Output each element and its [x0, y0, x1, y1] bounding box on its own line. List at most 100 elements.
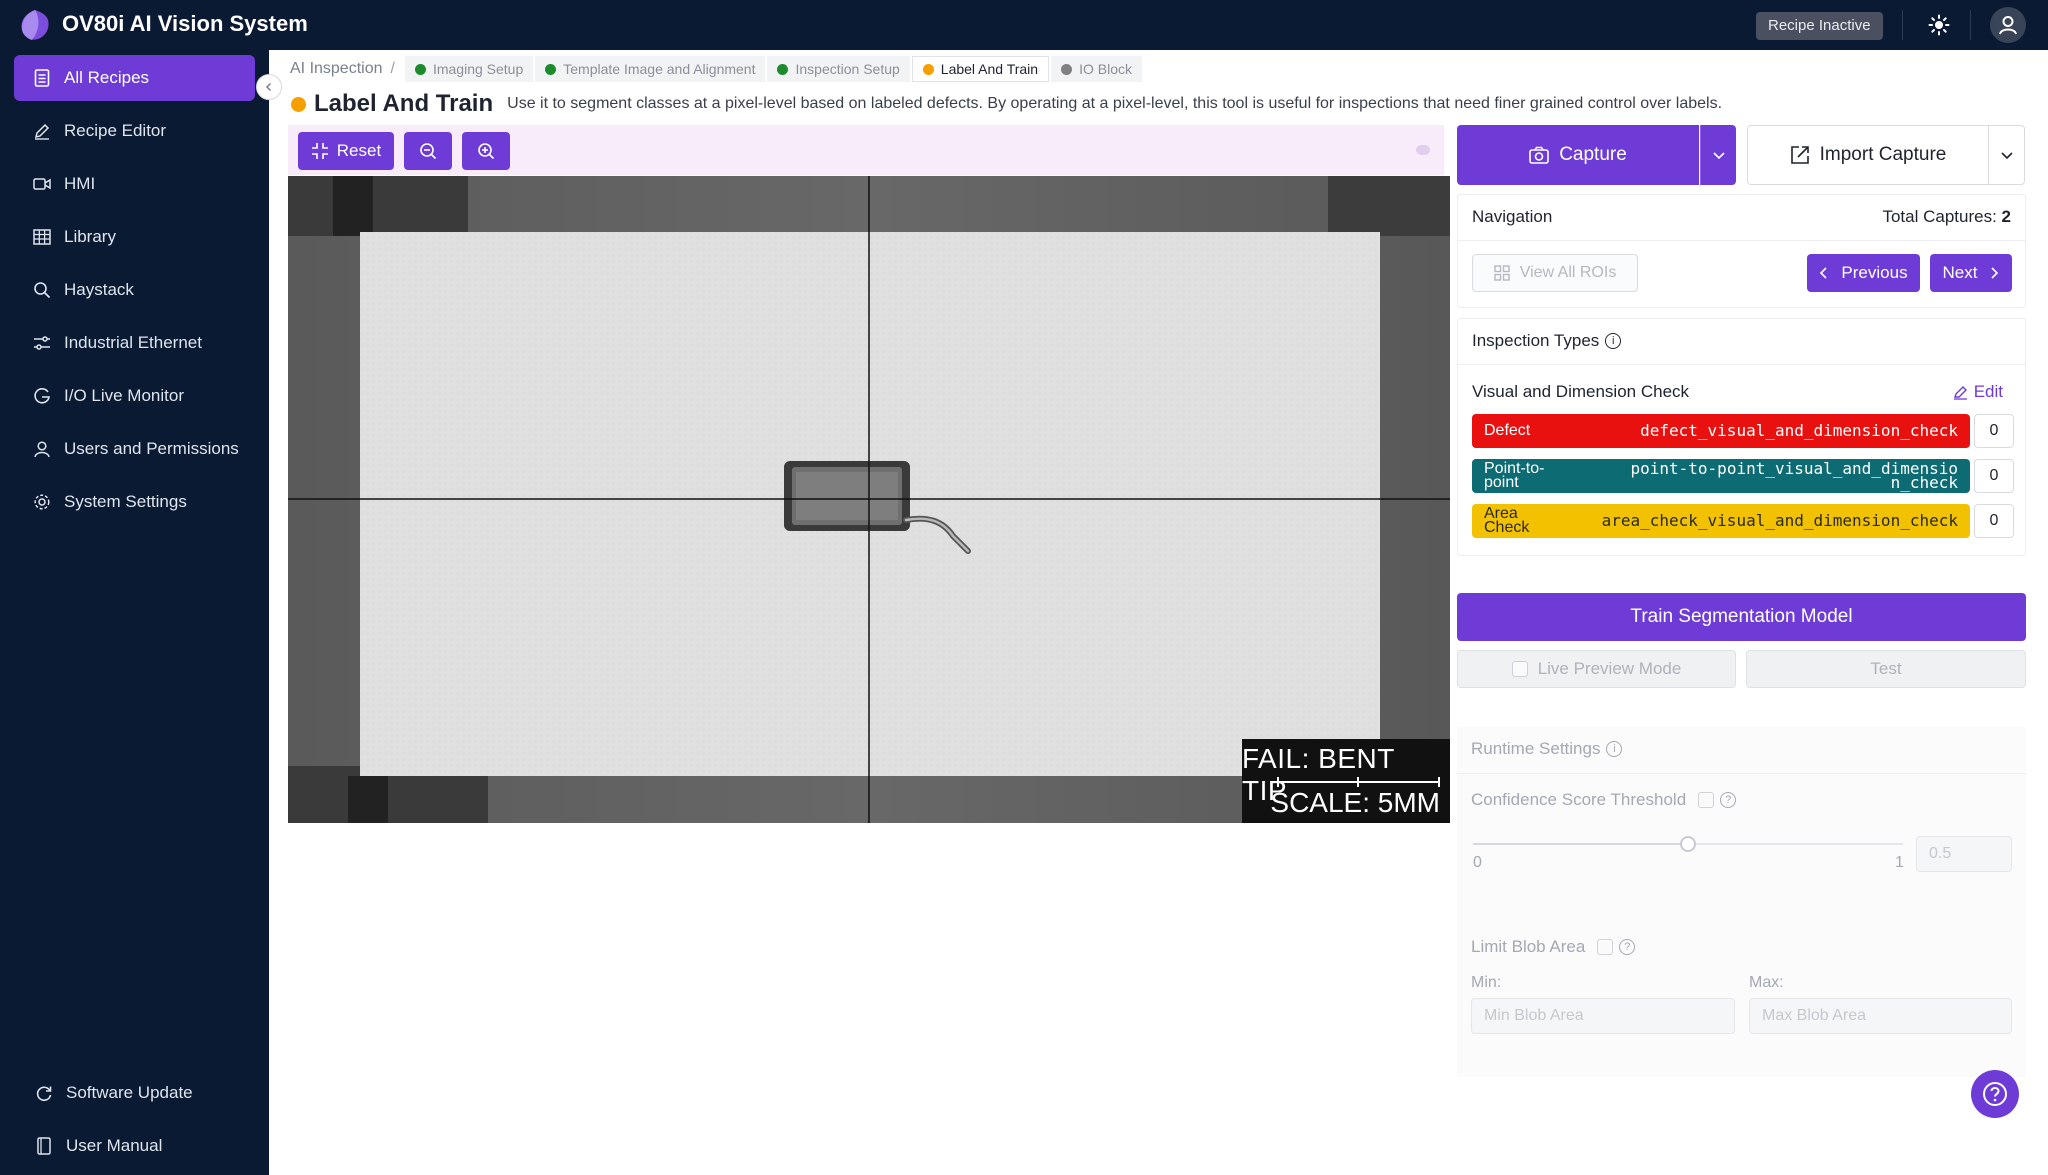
sidebar-item-user-manual[interactable]: User Manual [14, 1123, 255, 1169]
tab-label: Imaging Setup [432, 61, 524, 77]
search-icon [32, 280, 52, 300]
info-icon[interactable]: i [1605, 333, 1622, 349]
inspection-type-name: Defect [1484, 422, 1531, 439]
import-label: Import Capture [1819, 144, 1947, 165]
ethernet-icon [32, 333, 52, 353]
edit-label: Edit [1973, 382, 2003, 401]
tab-inspection-setup[interactable]: Inspection Setup [767, 56, 910, 82]
status-dot [545, 63, 557, 75]
inspection-type-row[interactable]: Defect defect_visual_and_dimension_check [1472, 414, 1970, 448]
chevron-left-icon [1820, 267, 1827, 279]
capture-image-viewer[interactable]: FAIL: BENT TIP SCALE: 5MM [288, 176, 1450, 823]
help-icon[interactable]: ? [1619, 939, 1636, 955]
gear-icon [32, 492, 52, 512]
navigation-panel: Navigation Total Captures: 2 View All RO… [1457, 194, 2026, 308]
tab-template-image-alignment[interactable]: Template Image and Alignment [535, 56, 766, 82]
live-preview-mode-button[interactable]: Live Preview Mode [1457, 650, 1736, 688]
sidebar-item-recipe-editor[interactable]: Recipe Editor [14, 108, 255, 154]
video-icon [32, 174, 52, 194]
sidebar-item-industrial-ethernet[interactable]: Industrial Ethernet [14, 320, 255, 366]
train-segmentation-model-button[interactable]: Train Segmentation Model [1457, 593, 2026, 641]
toolbar-handle[interactable] [1416, 145, 1430, 155]
sidebar-item-hmi[interactable]: HMI [14, 161, 255, 207]
help-button[interactable] [1971, 1070, 2019, 1118]
help-icon[interactable]: ? [1720, 792, 1737, 808]
image-toolbar: Reset [288, 125, 1444, 175]
scale-tick [1357, 777, 1359, 787]
status-dot [1061, 63, 1073, 75]
book-icon [34, 1136, 54, 1156]
zoom-out-button[interactable] [404, 132, 452, 170]
sidebar-item-users-permissions[interactable]: Users and Permissions [14, 426, 255, 472]
document-icon [32, 68, 52, 88]
min-blob-area-input[interactable]: Min Blob Area [1471, 998, 1735, 1034]
inspection-type-name: Point-to-point [1484, 460, 1545, 491]
previous-button[interactable]: Previous [1807, 254, 1920, 292]
limit-blob-area-label: Limit Blob Area ? [1471, 937, 1636, 957]
navigation-title: Navigation [1472, 207, 1553, 226]
next-button[interactable]: Next [1930, 254, 2012, 292]
inspection-type-key: area_check_visual_and_dimension_check [1601, 511, 1958, 530]
slider-max-label: 1 [1895, 854, 1904, 871]
breadcrumb-root[interactable]: AI Inspection [290, 60, 383, 78]
capture-button[interactable]: Capture [1457, 125, 1699, 185]
theme-toggle-button[interactable] [1922, 8, 1956, 42]
capture-image [288, 176, 1450, 823]
page-header: Label And Train Use it to segment classe… [291, 90, 1722, 118]
test-button[interactable]: Test [1746, 650, 2026, 688]
view-all-rois-button[interactable]: View All ROIs [1472, 254, 1638, 292]
confidence-slider[interactable] [1473, 836, 1903, 852]
chevron-down-icon [2000, 152, 2013, 160]
app-title: OV80i AI Vision System [62, 11, 308, 36]
refresh-icon [34, 1083, 54, 1103]
tab-imaging-setup[interactable]: Imaging Setup [404, 56, 534, 82]
import-capture-button[interactable]: Import Capture [1747, 125, 1989, 185]
tab-label: Template Image and Alignment [563, 61, 756, 77]
divider [1458, 240, 2025, 241]
total-captures: Total Captures: 2 [1882, 207, 2011, 227]
inspection-type-row[interactable]: Point-to-point point-to-point_visual_and… [1472, 459, 1970, 493]
zoom-in-button[interactable] [462, 132, 510, 170]
scale-tick [1438, 777, 1440, 787]
confidence-value-input[interactable]: 0.5 [1916, 836, 2012, 872]
sidebar-item-label: Haystack [64, 280, 134, 299]
tab-label: Inspection Setup [795, 61, 900, 77]
sidebar: All Recipes Recipe Editor HMI Library Ha… [0, 50, 269, 1175]
user-icon [1999, 16, 2017, 35]
slider-fill [1473, 843, 1688, 845]
inspection-type-row[interactable]: Area Check area_check_visual_and_dimensi… [1472, 504, 1970, 538]
tab-label-and-train[interactable]: Label And Train [911, 56, 1050, 82]
breadcrumb-separator: / [390, 60, 395, 77]
edit-inspection-button[interactable]: Edit [1953, 382, 2003, 402]
max-blob-area-input[interactable]: Max Blob Area [1749, 998, 2012, 1034]
confidence-label-text: Confidence Score Threshold [1471, 790, 1687, 809]
scale-tick [1277, 777, 1279, 787]
recipe-status-badge: Recipe Inactive [1756, 12, 1883, 40]
status-dot [777, 63, 789, 75]
sidebar-item-all-recipes[interactable]: All Recipes [14, 55, 255, 101]
limit-blob-area-checkbox[interactable] [1597, 939, 1614, 955]
pencil-icon [32, 121, 52, 141]
sidebar-collapse-button[interactable] [256, 74, 282, 100]
reset-button[interactable]: Reset [298, 132, 394, 170]
status-dot [922, 63, 934, 75]
sidebar-item-label: Industrial Ethernet [64, 333, 202, 352]
sidebar-item-software-update[interactable]: Software Update [14, 1070, 255, 1116]
divider [1457, 773, 2026, 774]
import-options-dropdown[interactable] [1989, 125, 2025, 185]
next-label: Next [1942, 263, 1978, 282]
shrink-icon [311, 142, 329, 160]
sidebar-item-io-live-monitor[interactable]: I/O Live Monitor [14, 373, 255, 419]
info-icon[interactable]: i [1606, 741, 1623, 757]
tab-io-block[interactable]: IO Block [1051, 56, 1142, 82]
sidebar-item-library[interactable]: Library [14, 214, 255, 260]
inspection-types-header: Inspection Types i [1472, 331, 1622, 351]
zoom-in-icon [478, 143, 495, 160]
slider-thumb[interactable] [1680, 836, 1696, 852]
sidebar-item-haystack[interactable]: Haystack [14, 267, 255, 313]
sidebar-item-system-settings[interactable]: System Settings [14, 479, 255, 525]
user-avatar-button[interactable] [1990, 7, 2026, 43]
confidence-threshold-checkbox[interactable] [1698, 792, 1715, 808]
live-preview-checkbox[interactable] [1511, 661, 1528, 677]
capture-options-dropdown[interactable] [1700, 125, 1736, 185]
